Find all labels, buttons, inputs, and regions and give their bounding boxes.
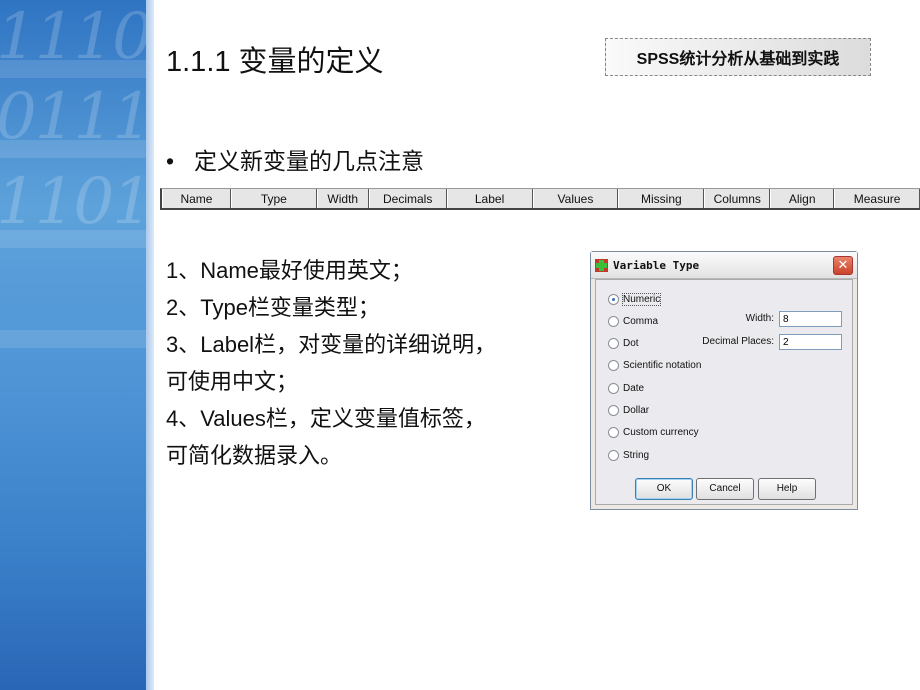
bullet-text: 定义新变量的几点注意 — [194, 148, 424, 174]
ok-button[interactable]: OK — [635, 478, 693, 500]
width-input[interactable]: 8 — [779, 311, 842, 327]
radio-button[interactable] — [608, 316, 619, 327]
column-header-width[interactable]: Width — [316, 189, 369, 208]
column-header-name[interactable]: Name — [162, 189, 231, 208]
radio-label: String — [623, 450, 650, 461]
sidebar-digits: 01111 — [0, 80, 146, 154]
note-line: 可使用中文； — [166, 369, 299, 394]
radio-button[interactable] — [608, 383, 619, 394]
radio-dot[interactable]: Dot — [608, 338, 639, 349]
decorative-sidebar: 11100 01111 11011 — [0, 0, 146, 690]
sidebar-digits: 11100 — [0, 0, 146, 74]
radio-label: Dollar — [623, 405, 650, 416]
note-line: 3、Label栏，对变量的详细说明， — [166, 332, 497, 357]
radio-string[interactable]: String — [608, 450, 649, 461]
radio-label: Scientific notation — [623, 360, 702, 371]
note-line: 1、Name最好使用英文； — [166, 258, 413, 283]
width-label: Width: — [745, 313, 774, 324]
dialog-titlebar[interactable]: Variable Type ✕ — [591, 252, 857, 279]
column-header-type[interactable]: Type — [230, 189, 317, 208]
sidebar-stripe — [0, 330, 146, 348]
column-header-missing[interactable]: Missing — [618, 189, 705, 208]
column-header-measure[interactable]: Measure — [834, 189, 920, 208]
dialog-title: Variable Type — [613, 258, 700, 272]
radio-label: Numeric — [621, 293, 662, 306]
radio-button-selected[interactable] — [608, 294, 619, 305]
radio-scientific-notation[interactable]: Scientific notation — [608, 360, 701, 371]
radio-label: Comma — [623, 316, 659, 327]
note-line: 可简化数据录入。 — [166, 443, 343, 468]
help-button[interactable]: Help — [758, 478, 816, 500]
column-header-label[interactable]: Label — [446, 189, 533, 208]
notes-list: 1、Name最好使用英文； 2、Type栏变量类型； 3、Label栏，对变量的… — [166, 252, 496, 474]
decimal-places-input[interactable]: 2 — [779, 334, 842, 350]
slide-title: 1.1.1 变量的定义 — [166, 46, 384, 78]
column-header-decimals[interactable]: Decimals — [368, 189, 447, 208]
radio-numeric[interactable]: Numeric — [608, 293, 662, 306]
radio-comma[interactable]: Comma — [608, 316, 658, 327]
radio-custom-currency[interactable]: Custom currency — [608, 427, 699, 438]
column-header-values[interactable]: Values — [532, 189, 619, 208]
column-header-align[interactable]: Align — [770, 189, 835, 208]
cancel-button[interactable]: Cancel — [696, 478, 754, 500]
variable-type-dialog: Variable Type ✕ Numeric Comma Dot Scient… — [590, 251, 858, 510]
radio-date[interactable]: Date — [608, 383, 644, 394]
radio-button[interactable] — [608, 405, 619, 416]
radio-label: Date — [623, 383, 645, 394]
sidebar-digits: 11011 — [0, 165, 146, 239]
radio-button[interactable] — [608, 360, 619, 371]
radio-label: Dot — [623, 338, 639, 349]
column-header-columns[interactable]: Columns — [704, 189, 771, 208]
close-icon[interactable]: ✕ — [833, 256, 853, 275]
sidebar-edge — [146, 0, 154, 690]
book-title-badge: SPSS统计分析从基础到实践 — [605, 38, 871, 76]
radio-dollar[interactable]: Dollar — [608, 405, 649, 416]
note-line: 2、Type栏变量类型； — [166, 295, 380, 320]
radio-label: Custom currency — [623, 427, 699, 438]
bullet-marker: • — [166, 148, 175, 174]
radio-button[interactable] — [608, 427, 619, 438]
dialog-body: Numeric Comma Dot Scientific notation Da… — [595, 279, 853, 505]
note-line: 4、Values栏，定义变量值标签， — [166, 406, 486, 431]
spss-app-icon — [595, 258, 608, 272]
variable-view-header: Name Type Width Decimals Label Values Mi… — [160, 188, 920, 210]
radio-button[interactable] — [608, 338, 619, 349]
bullet-point: • 定义新变量的几点注意 — [166, 142, 424, 176]
decimal-places-label: Decimal Places: — [702, 336, 774, 347]
radio-button[interactable] — [608, 450, 619, 461]
